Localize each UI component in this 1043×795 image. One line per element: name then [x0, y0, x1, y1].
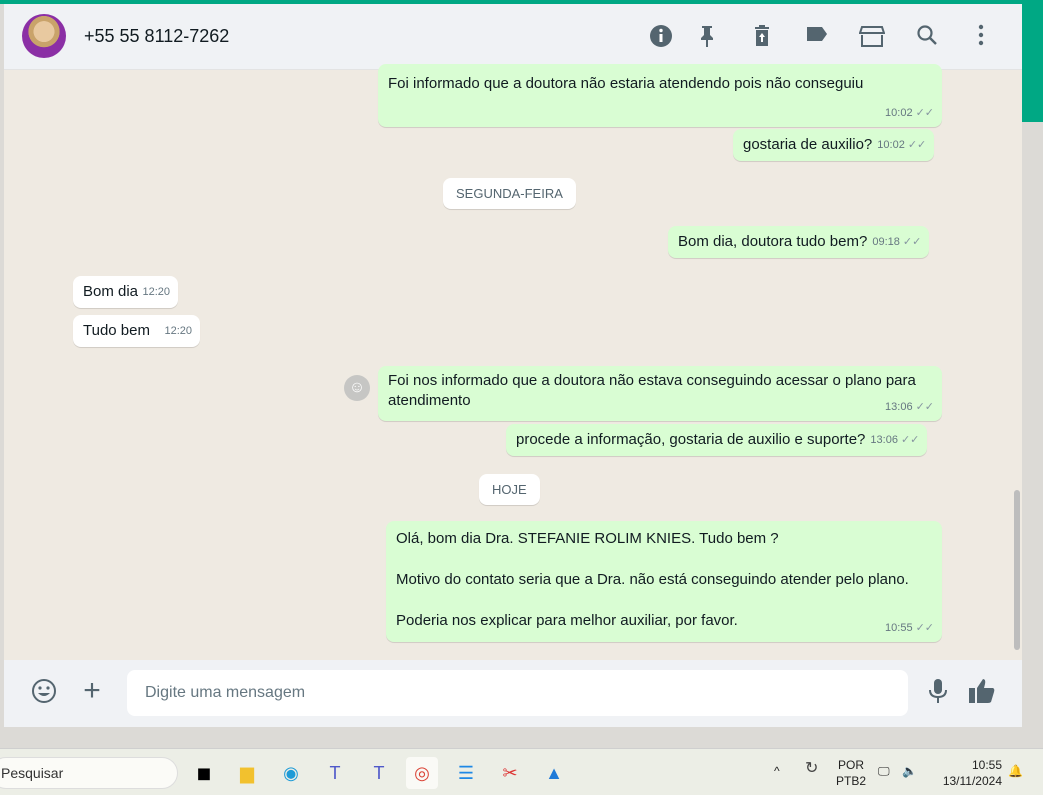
language: POR	[838, 758, 865, 772]
contact-name[interactable]: +55 55 8112-7262	[84, 26, 229, 47]
read-ticks-icon: ✓✓	[900, 434, 920, 446]
file-explorer-icon[interactable]: ▆	[231, 757, 263, 789]
keyboard-layout: PTB2	[836, 774, 867, 788]
message-text: Foi informado que a doutora não estaria …	[388, 75, 864, 92]
read-ticks-icon: ✓✓	[902, 236, 922, 248]
composer: +	[4, 660, 1022, 727]
message-out[interactable]: Foi nos informado que a doutora não esta…	[378, 366, 942, 421]
attach-plus-icon[interactable]: +	[77, 674, 107, 708]
teams-work-icon[interactable]: T	[363, 757, 395, 789]
taskbar: Pesquisar ◼ ▆ ◉ T T ◎ ☰ ✂ ▲ ^ ↻ POR PTB2 …	[0, 748, 1043, 795]
message-line: Olá, bom dia Dra. STEFANIE ROLIM KNIES. …	[396, 530, 779, 547]
accent-strip	[1022, 0, 1043, 122]
message-text: gostaria de auxilio?	[743, 136, 873, 153]
language-indicator[interactable]: POR PTB2	[836, 757, 866, 789]
message-list[interactable]: Foi informado que a doutora não estaria …	[4, 64, 1022, 660]
read-ticks-icon: ✓✓	[915, 401, 934, 413]
message-text: Foi nos informado que a doutora não esta…	[388, 372, 916, 409]
whatsapp-window: +55 55 8112-7262 Foi informado que a dou…	[4, 4, 1022, 727]
message-time: 12:20	[142, 286, 171, 298]
emoji-icon[interactable]	[29, 678, 59, 711]
date: 13/11/2024	[942, 774, 1002, 788]
label-icon[interactable]	[804, 24, 830, 50]
message-text: Bom dia, doutora tudo bem?	[678, 233, 868, 250]
sync-icon[interactable]: ↻	[805, 761, 818, 777]
message-time: 12:20	[164, 325, 192, 337]
message-time: 10:02 ✓✓	[885, 107, 934, 119]
message-out[interactable]: Foi informado que a doutora não estaria …	[378, 64, 942, 127]
date-divider: HOJE	[479, 474, 540, 505]
message-text: procede a informação, gostaria de auxili…	[516, 431, 866, 448]
message-text: Tudo bem	[83, 322, 150, 339]
read-ticks-icon: ✓✓	[915, 107, 934, 119]
message-time: 09:18 ✓✓	[872, 236, 922, 248]
chrome-icon[interactable]: ◎	[406, 757, 438, 789]
tray-chevron-icon[interactable]: ^	[774, 763, 780, 779]
microphone-icon[interactable]	[923, 678, 953, 711]
photos-icon[interactable]: ▲	[538, 757, 570, 789]
network-icon[interactable]: 🖵	[878, 763, 890, 779]
scrollbar[interactable]	[1014, 490, 1020, 650]
emoji-react-icon[interactable]: ☺	[344, 375, 370, 401]
message-time: 10:55 ✓✓	[885, 622, 934, 634]
message-out[interactable]: Olá, bom dia Dra. STEFANIE ROLIM KNIES. …	[386, 521, 942, 642]
notepad-icon[interactable]: ☰	[450, 757, 482, 789]
pin-icon[interactable]	[694, 24, 720, 50]
message-out[interactable]: procede a informação, gostaria de auxili…	[506, 424, 928, 456]
message-line: Motivo do contato seria que a Dra. não e…	[396, 571, 909, 588]
date-divider: SEGUNDA-FEIRA	[443, 178, 576, 209]
teams-icon[interactable]: T	[319, 757, 351, 789]
message-out[interactable]: gostaria de auxilio? 10:02 ✓✓	[733, 129, 935, 161]
time: 10:55	[971, 758, 1002, 772]
menu-icon[interactable]	[968, 24, 994, 50]
task-view-icon[interactable]: ◼	[188, 757, 220, 789]
edge-icon[interactable]: ◉	[275, 757, 307, 789]
message-time: 13:06 ✓✓	[885, 401, 934, 413]
message-text: Bom dia	[83, 283, 139, 300]
message-in[interactable]: Bom dia 12:20	[73, 276, 179, 308]
volume-icon[interactable]: 🔈	[902, 763, 917, 779]
chat-header: +55 55 8112-7262	[4, 4, 1022, 70]
message-input[interactable]	[127, 670, 908, 716]
read-ticks-icon: ✓✓	[915, 622, 934, 634]
taskbar-search[interactable]: Pesquisar	[0, 757, 178, 789]
message-in[interactable]: Tudo bem 12:20	[73, 315, 200, 347]
notification-bell-icon[interactable]: 🔔	[1008, 763, 1023, 779]
search-icon[interactable]	[914, 24, 940, 50]
clock[interactable]: 10:55 13/11/2024	[936, 757, 1002, 789]
read-ticks-icon: ✓✓	[907, 139, 927, 151]
search-label: Pesquisar	[1, 765, 64, 781]
message-time: 13:06 ✓✓	[870, 434, 920, 446]
message-time: 10:02 ✓✓	[877, 139, 927, 151]
delete-icon[interactable]	[749, 24, 775, 50]
message-out[interactable]: Bom dia, doutora tudo bem? 09:18 ✓✓	[668, 226, 930, 258]
snipping-tool-icon[interactable]: ✂	[494, 757, 526, 789]
info-icon[interactable]	[648, 24, 674, 50]
avatar[interactable]	[22, 14, 66, 58]
thumbs-up-icon[interactable]	[967, 678, 997, 711]
message-line: Poderia nos explicar para melhor auxilia…	[396, 612, 738, 629]
store-icon[interactable]	[858, 24, 886, 50]
